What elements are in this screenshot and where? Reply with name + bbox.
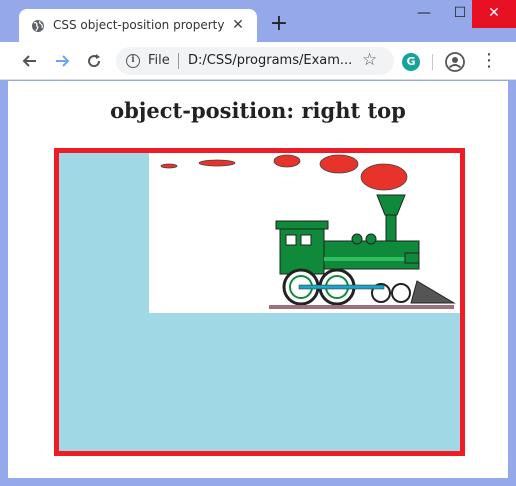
profile-avatar-icon[interactable] — [445, 52, 465, 72]
close-window-button[interactable]: ✕ — [472, 0, 516, 28]
reload-icon[interactable] — [84, 51, 104, 71]
page-heading: object-position: right top — [110, 98, 406, 123]
smoke-puff — [160, 163, 178, 169]
address-bar[interactable]: i File D:/CSS/programs/Exam... ☆ — [116, 47, 394, 75]
grammarly-extension-icon[interactable]: G — [402, 53, 420, 71]
browser-toolbar: i File D:/CSS/programs/Exam... ☆ G ⋮ — [0, 42, 516, 80]
dome — [365, 233, 377, 245]
tab-strip: CSS object-position property ✕ + — ☐ ✕ — [0, 0, 516, 42]
minimize-button[interactable]: — — [406, 0, 442, 28]
scheme-label: File — [148, 53, 170, 68]
smoke-puff — [273, 154, 301, 168]
smokestack-base — [385, 214, 397, 242]
page-content: object-position: right top — [8, 81, 508, 478]
info-icon[interactable]: i — [126, 54, 140, 68]
back-arrow-icon[interactable] — [20, 51, 40, 71]
smoke-puff — [198, 159, 236, 167]
forward-arrow-icon[interactable] — [52, 51, 72, 71]
smoke-puff — [319, 154, 359, 174]
headlamp — [404, 252, 420, 264]
bookmark-star-icon[interactable]: ☆ — [362, 50, 377, 70]
smoke-puff — [360, 163, 408, 191]
tab-close-icon[interactable]: ✕ — [229, 16, 247, 34]
url-text[interactable]: D:/CSS/programs/Exam... — [188, 53, 352, 68]
globe-icon — [32, 20, 44, 32]
dome — [351, 233, 363, 245]
new-tab-button[interactable]: + — [268, 13, 290, 36]
tab-title: CSS object-position property — [53, 18, 225, 32]
rail — [269, 305, 454, 309]
cab-window — [285, 234, 297, 246]
toolbar-separator — [432, 54, 433, 70]
lead-wheel — [391, 283, 411, 303]
browser-window: CSS object-position property ✕ + — ☐ ✕ i… — [0, 0, 516, 486]
image-container — [54, 148, 465, 456]
tab-active[interactable]: CSS object-position property ✕ — [19, 9, 257, 42]
cab-window — [300, 234, 312, 246]
connecting-rod — [298, 284, 385, 290]
train-image — [149, 153, 460, 313]
kebab-menu-icon[interactable]: ⋮ — [480, 50, 498, 72]
cab-roof — [275, 220, 329, 230]
address-separator — [178, 53, 179, 69]
